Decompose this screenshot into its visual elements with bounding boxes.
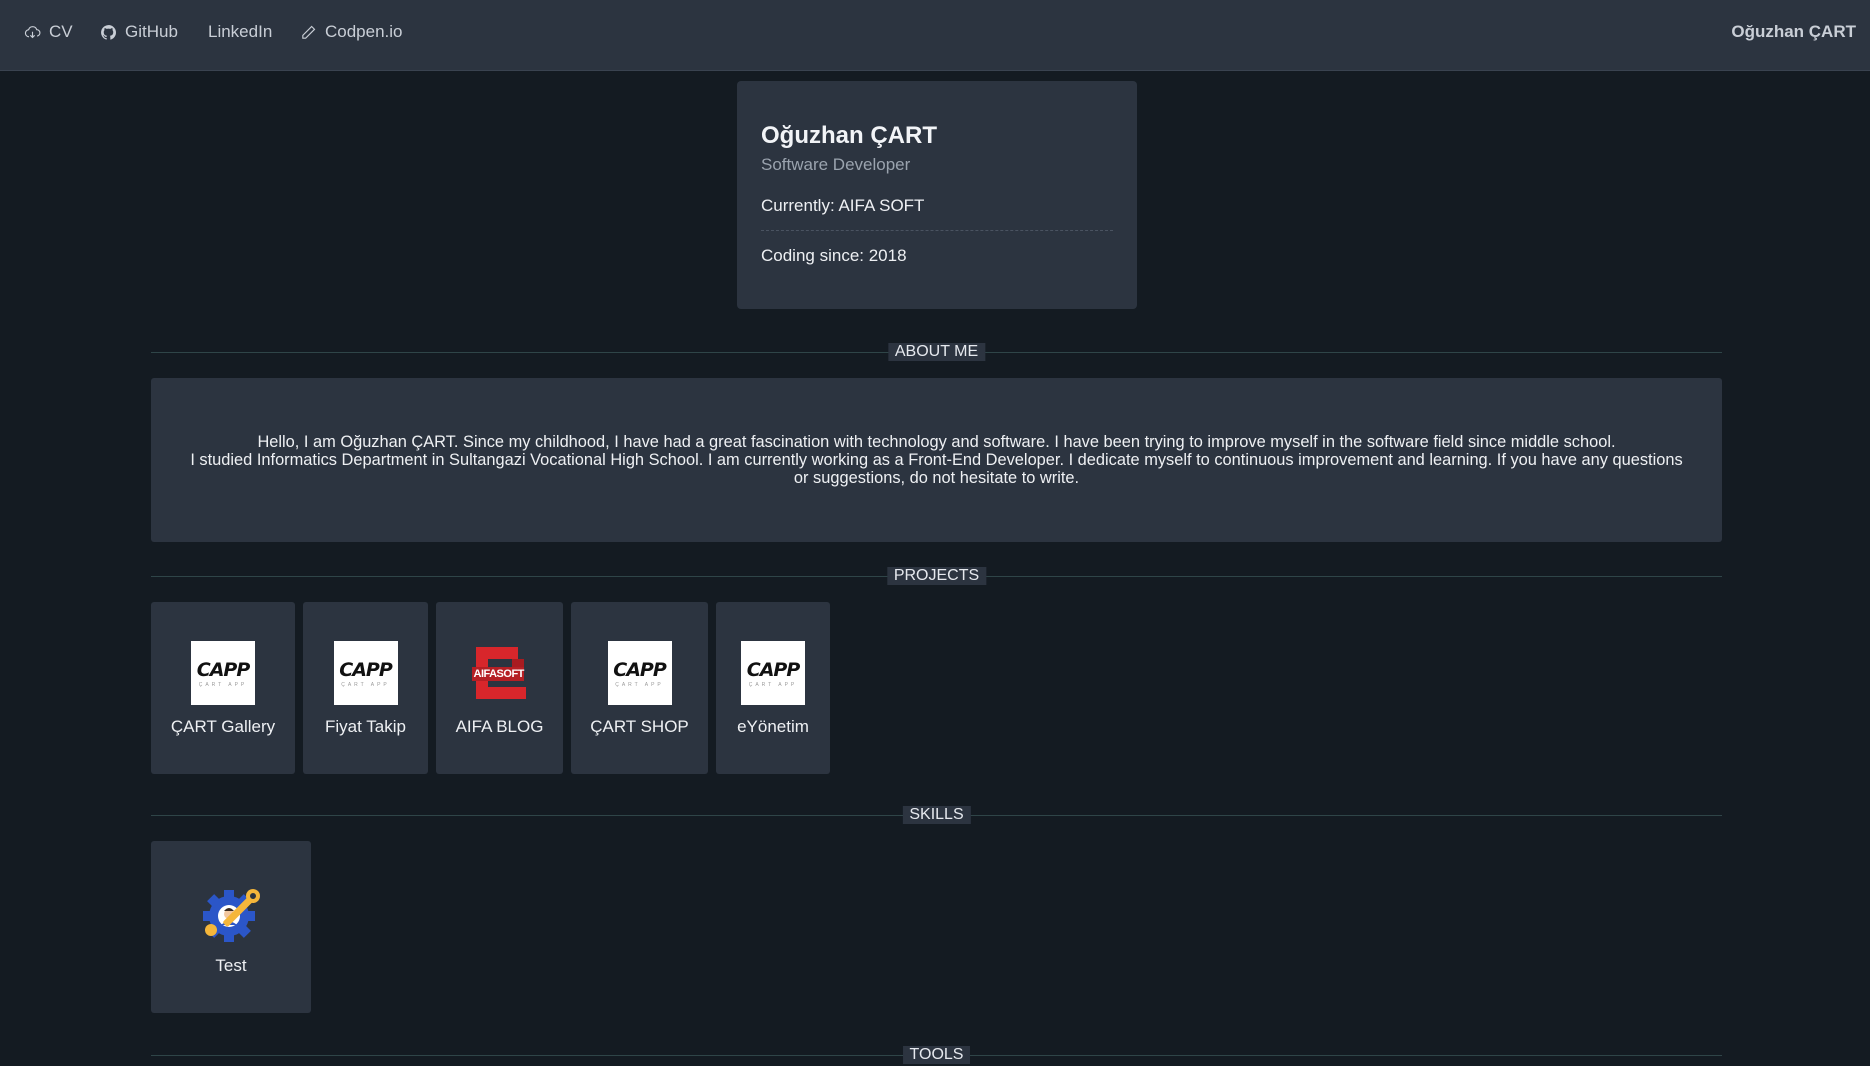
- profile-coding-since: Coding since: 2018: [761, 246, 907, 265]
- profile-role: Software Developer: [761, 155, 911, 174]
- section-title-tools: TOOLS: [902, 1046, 971, 1064]
- nav-codepen-link[interactable]: Codpen.io: [300, 22, 403, 42]
- capp-logo: CAPP ÇART APP: [741, 641, 805, 705]
- projects-divider: PROJECTS: [151, 567, 1722, 585]
- project-card-eyonetim[interactable]: CAPP ÇART APP eYönetim: [716, 602, 830, 774]
- project-card-cart-shop[interactable]: CAPP ÇART APP ÇART SHOP: [571, 602, 708, 774]
- capp-logo-word: CAPP: [339, 658, 392, 681]
- skills-divider: SKILLS: [151, 806, 1722, 824]
- gear-wrench-icon: [203, 889, 260, 942]
- project-card-cart-gallery[interactable]: CAPP ÇART APP ÇART Gallery: [151, 602, 295, 774]
- section-title-skills: SKILLS: [902, 806, 971, 824]
- profile-card: Oğuzhan ÇART Software Developer Currentl…: [737, 81, 1137, 309]
- project-label: Fiyat Takip: [325, 717, 406, 736]
- project-card-aifa-blog[interactable]: AIFASOFT AIFA BLOG: [436, 602, 563, 774]
- tools-divider: TOOLS: [151, 1046, 1722, 1064]
- pencil-icon: [302, 25, 316, 39]
- nav-github-link[interactable]: GitHub: [100, 22, 178, 42]
- capp-logo-sub: ÇART APP: [198, 681, 248, 688]
- nav-github-label: GitHub: [125, 22, 178, 41]
- project-label: AIFA BLOG: [455, 717, 544, 736]
- skill-card-test[interactable]: Test: [151, 841, 311, 1013]
- cloud-download-icon: [24, 25, 41, 38]
- capp-logo: CAPP ÇART APP: [333, 641, 398, 705]
- nav-cv-label: CV: [49, 22, 73, 41]
- capp-logo-sub: ÇART APP: [748, 681, 798, 688]
- about-box: Hello, I am Oğuzhan ÇART. Since my child…: [151, 378, 1722, 542]
- capp-logo: CAPP ÇART APP: [607, 641, 672, 705]
- profile-name: Oğuzhan ÇART: [761, 122, 937, 149]
- about-paragraph-1: Hello, I am Oğuzhan ÇART. Since my child…: [257, 433, 1616, 451]
- project-card-fiyat-takip[interactable]: CAPP ÇART APP Fiyat Takip: [303, 602, 428, 774]
- nav-linkedin-label: LinkedIn: [208, 22, 273, 41]
- capp-logo-word: CAPP: [196, 658, 250, 681]
- nav-linkedin-link[interactable]: LinkedIn: [208, 22, 272, 42]
- capp-logo-sub: ÇART APP: [615, 681, 664, 688]
- capp-logo-word: CAPP: [613, 658, 666, 681]
- aifasoft-logo-word: AIFASOFT: [473, 668, 525, 680]
- capp-logo-word: CAPP: [746, 658, 800, 681]
- nav-codepen-label: Codpen.io: [325, 22, 403, 41]
- aifasoft-logo: AIFASOFT: [468, 641, 532, 705]
- nav-cv-link[interactable]: CV: [24, 22, 73, 42]
- github-icon: [101, 24, 116, 40]
- about-paragraph-2: I studied Informatics Department in Sult…: [190, 451, 1683, 487]
- about-divider: ABOUT ME: [151, 343, 1722, 361]
- capp-logo: CAPP ÇART APP: [191, 641, 255, 705]
- about-text: Hello, I am Oğuzhan ÇART. Since my child…: [181, 433, 1692, 487]
- profile-current-company: Currently: AIFA SOFT: [761, 196, 1113, 231]
- top-navbar: CV GitHub LinkedIn Codpen.io Oğuzhan ÇAR…: [0, 0, 1870, 71]
- capp-logo-sub: ÇART APP: [341, 681, 390, 688]
- skill-label: Test: [215, 956, 247, 975]
- project-label: eYönetim: [737, 717, 809, 736]
- section-title-projects: PROJECTS: [886, 567, 987, 585]
- section-title-about: ABOUT ME: [887, 343, 986, 361]
- brand-name[interactable]: Oğuzhan ÇART: [1731, 22, 1856, 42]
- project-label: ÇART Gallery: [170, 717, 276, 736]
- project-label: ÇART SHOP: [590, 717, 689, 736]
